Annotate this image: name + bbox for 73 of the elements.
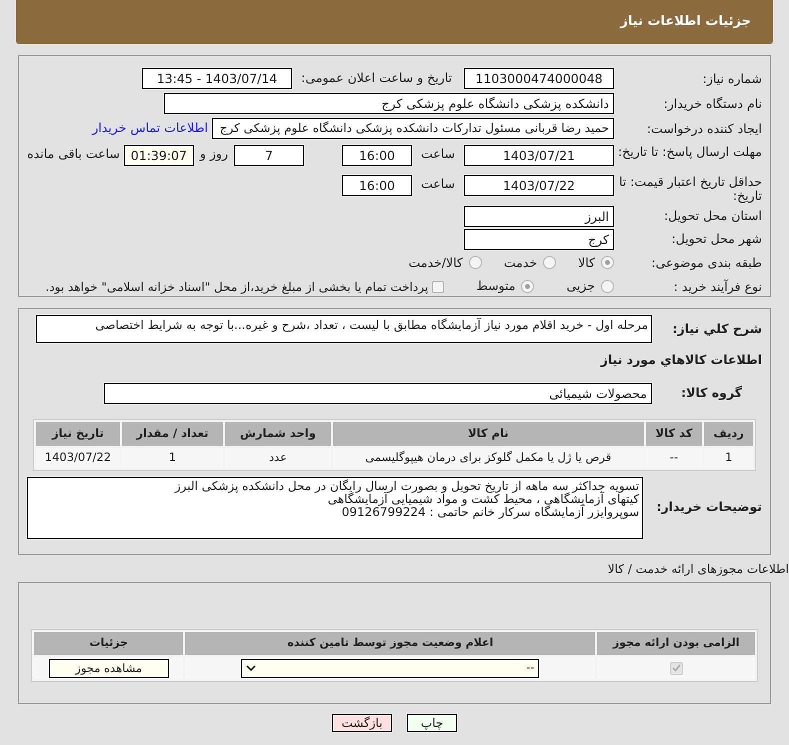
notes-line: کیتهای آزمایشگاهی ، محیط کشت و مواد شیمیایی آزمایشگاهی bbox=[326, 492, 640, 506]
column-header: تعداد / مقدار bbox=[122, 422, 223, 446]
text-field[interactable]: 1103000474000048 bbox=[464, 68, 614, 89]
page-title: جزئیات اطلاعات نیاز bbox=[620, 13, 751, 32]
column-header: الزامی بودن ارائه مجوز bbox=[597, 632, 755, 655]
field-label: نام دستگاه خریدار: bbox=[662, 96, 762, 110]
buyer-contact-link[interactable]: اطلاعات تماس خریدار bbox=[92, 119, 208, 138]
countdown-field[interactable]: 01:39:07 bbox=[124, 145, 194, 166]
radio-label: کالا/خدمت bbox=[408, 254, 463, 272]
view-permit-button[interactable]: مشاهده مجوز bbox=[48, 658, 169, 678]
notes-field[interactable]: تسویه جداکثر سه ماهه از تاریخ تحویل و بصورت ارسال رایگان در محل دانشکده پزشکی البرز کیتهای آزمایشگاهی ، محیط کشت و مواد شیمیایی آزمایشگاهی سوپروایزر آزمایشگاه سرکار خانم حاتمی : 09126799224 bbox=[27, 476, 644, 539]
table-cell: -- bbox=[646, 448, 702, 468]
section-title: اطلاعات مجوزهای ارائه خدمت / کالا bbox=[606, 561, 789, 578]
text-field[interactable]: دانشکده پزشکی دانشگاه علوم پزشکی کرج bbox=[164, 93, 614, 114]
text-field[interactable]: 1403/07/22 bbox=[464, 174, 614, 196]
field-label: نوع فرآیند خرید : bbox=[672, 280, 762, 294]
text-field[interactable]: حمید رضا قربانی مسئول تدارکات دانشکده پزشکی دانشگاه علوم پزشکی کرج bbox=[212, 118, 614, 139]
table-cell: 1403/07/22 bbox=[36, 448, 120, 468]
notes-line: سوپروایزر آزمایشگاه سرکار خانم حاتمی : 09126799224 bbox=[342, 506, 640, 519]
field-label: گروه کالا: bbox=[680, 384, 743, 402]
text-field[interactable]: 1403/07/14 - 13:45 bbox=[142, 68, 292, 89]
checkbox[interactable] bbox=[432, 280, 444, 293]
field-label: شماره نیاز: bbox=[702, 72, 762, 86]
checkmark-icon bbox=[672, 664, 681, 672]
print-button[interactable]: چاپ bbox=[407, 714, 457, 732]
radio-button[interactable] bbox=[601, 280, 614, 294]
field-label: روز و bbox=[198, 145, 229, 163]
back-button[interactable]: بازگشت bbox=[332, 714, 392, 732]
field-label: ساعت bbox=[420, 174, 456, 193]
column-header: کد کالا bbox=[646, 422, 702, 446]
notes-line: تسویه جداکثر سه ماهه از تاریخ تحویل و بصورت ارسال رایگان در محل دانشکده پزشکی البرز bbox=[173, 480, 640, 493]
field-label: ایجاد کننده درخواست: bbox=[646, 122, 762, 136]
table-cell: 1 bbox=[704, 448, 753, 468]
status-dropdown[interactable]: -- bbox=[241, 658, 540, 678]
summary-field[interactable]: مرحله اول - خرید اقلام مورد نیاز آزمایشگاه مطابق با لیست ، تعداد ،شرح و غیره...با توجه به شرایط اختصاصی bbox=[36, 315, 652, 343]
radio-label: جزیی bbox=[566, 277, 595, 296]
text-field[interactable]: 7 bbox=[234, 145, 304, 166]
field-label: طبقه بندی موضوعی: bbox=[650, 256, 762, 270]
field-label: ساعت bbox=[420, 145, 456, 163]
column-header: جزئیات bbox=[34, 632, 184, 655]
chevron-down-icon bbox=[246, 665, 256, 671]
field-label: استان محل تحویل: bbox=[662, 209, 762, 224]
table-cell: قرص یا ژل یا مکمل گلوکز برای درمان هیپوگلیسمی bbox=[332, 448, 644, 468]
radio-label: خدمت bbox=[504, 254, 538, 272]
radio-button[interactable] bbox=[521, 280, 534, 294]
column-header: ردیف bbox=[704, 422, 753, 446]
radio-label: کالا bbox=[578, 254, 595, 272]
text-field[interactable]: محصولات شیمیائی bbox=[104, 382, 652, 404]
field-label: مهلت ارسال پاسخ: تا تاریخ: bbox=[616, 145, 762, 159]
radio-button[interactable] bbox=[543, 256, 556, 270]
text-field[interactable]: البرز bbox=[464, 206, 614, 227]
radio-button[interactable] bbox=[601, 256, 614, 270]
column-header: نام کالا bbox=[332, 422, 644, 446]
table-cell: 1 bbox=[122, 448, 223, 468]
table-cell: عدد bbox=[225, 448, 331, 468]
field-label: ساعت باقی مانده bbox=[27, 145, 121, 163]
text-field[interactable]: 16:00 bbox=[342, 145, 412, 166]
section-title: اطلاعات کالاهاي مورد نياز bbox=[599, 351, 762, 369]
radio-label: متوسط bbox=[476, 277, 516, 296]
field-label: تاریخ و ساعت اعلان عمومی: bbox=[300, 69, 452, 88]
field-label: شرح کلي نياز: bbox=[672, 320, 762, 338]
column-header: واحد شمارش bbox=[225, 422, 331, 446]
field-label: توضیحات خریدار: bbox=[655, 498, 762, 516]
field-label: حداقل تاریخ اعتبار قیمت: تا تاریخ: bbox=[618, 174, 762, 203]
text-field[interactable]: کرج bbox=[464, 228, 614, 250]
radio-button[interactable] bbox=[468, 256, 482, 270]
checkbox-label: پرداخت تمام یا بخشی از مبلغ خرید،از محل "اسناد خزانه اسلامی" خواهد بود. bbox=[46, 278, 428, 296]
text-field[interactable]: 1403/07/21 bbox=[464, 145, 614, 166]
column-header: اعلام وضعیت مجوز توسط تامین کننده bbox=[185, 632, 596, 655]
text-field[interactable]: 16:00 bbox=[342, 174, 412, 196]
column-header: تاریخ نیاز bbox=[36, 422, 120, 446]
checkbox[interactable] bbox=[670, 662, 683, 674]
field-label: شهر محل تحویل: bbox=[670, 232, 762, 246]
